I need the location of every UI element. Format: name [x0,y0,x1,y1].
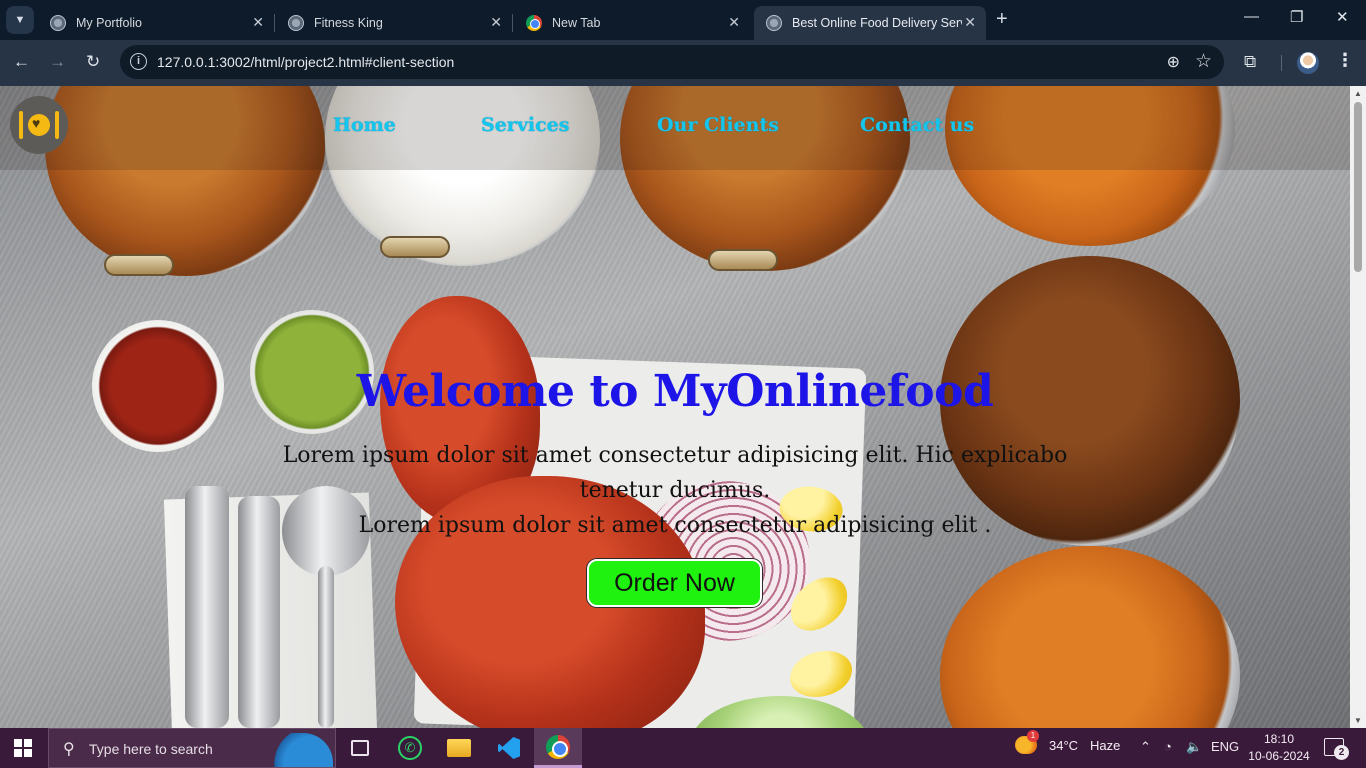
language-indicator[interactable]: ENG [1211,739,1239,754]
nav-link-contact-us[interactable]: Contact us [860,114,974,136]
hero-description: Lorem ipsum dolor sit amet consectetur a… [260,438,1090,543]
tab-title: My Portfolio [76,16,142,30]
bookmark-star-icon[interactable]: ☆ [1195,50,1212,73]
nav-links: Home Services Our Clients Contact us [333,114,974,136]
globe-icon [288,15,304,31]
search-icon: ⚲ [63,741,75,758]
kebab-menu-icon[interactable]: ⋮ [1336,50,1354,71]
forward-arrow-icon[interactable]: → [49,52,66,72]
back-arrow-icon[interactable]: ← [13,52,30,72]
tab-fitness-king[interactable]: Fitness King ✕ [274,6,512,40]
wifi-icon[interactable]: ◔ [1164,739,1172,754]
window-close-icon[interactable]: ✕ [1336,8,1349,26]
globe-icon [766,15,782,31]
tab-food-delivery[interactable]: Best Online Food Delivery Service ✕ [754,6,986,40]
nav-link-home[interactable]: Home [333,114,481,136]
zoom-icon[interactable]: ⊕ [1167,52,1180,72]
scrollbar-thumb[interactable] [1354,102,1362,272]
page-scrollbar[interactable]: ▲ ▼ [1350,86,1366,728]
windows-start-icon[interactable] [14,739,32,757]
close-icon[interactable]: ✕ [964,14,976,31]
clock-time: 18:10 [1263,732,1295,746]
taskbar-search[interactable]: ⚲ Type here to search [48,728,336,768]
extensions-puzzle-icon[interactable]: ⧉ [1244,52,1256,72]
reload-icon[interactable]: ↻ [86,52,100,72]
notification-count-badge: 2 [1334,745,1349,760]
tab-search-button[interactable]: ▼ [6,6,34,34]
restore-icon[interactable]: ❐ [1290,8,1303,26]
vscode-icon[interactable] [494,734,524,762]
clock-date: 10-06-2024 [1248,749,1310,763]
weather-condition: Haze [1090,737,1121,753]
hero-line-1: Lorem ipsum dolor sit amet consectetur a… [282,443,1068,503]
site-navbar: Home Services Our Clients Contact us [0,86,1350,170]
browser-toolbar: ← → ↻ i 127.0.0.1:3002/html/project2.htm… [0,40,1366,86]
whatsapp-icon[interactable]: ✆ [395,734,425,762]
plate-heart-icon [28,114,50,136]
weather-temperature: 34°C [1049,737,1079,753]
background-knife [185,486,229,728]
notifications-icon[interactable]: 2 [1324,738,1349,760]
minimize-icon[interactable]: — [1244,8,1259,25]
close-icon[interactable]: ✕ [728,14,740,31]
url-text[interactable]: 127.0.0.1:3002/html/project2.html#client… [157,54,454,70]
tab-title: Best Online Food Delivery Service [792,16,962,30]
volume-icon[interactable]: 🔈 [1186,739,1202,755]
globe-icon [50,15,66,31]
fork-icon [19,111,23,139]
nav-link-our-clients[interactable]: Our Clients [657,114,860,136]
page-viewport: Home Services Our Clients Contact us Wel… [0,86,1350,728]
new-tab-button[interactable]: + [996,8,1008,31]
nav-link-services[interactable]: Services [481,114,657,136]
chevron-up-icon[interactable]: ⌃ [1140,739,1151,755]
tab-title: New Tab [552,16,601,30]
weather-widget[interactable]: 34°C Haze [1015,730,1121,754]
close-icon[interactable]: ✕ [490,14,502,31]
knife-icon [55,111,59,139]
profile-avatar[interactable] [1297,52,1319,74]
order-now-button[interactable]: Order Now [587,559,762,607]
toolbar-divider [1281,55,1282,71]
browser-tab-strip: ▼ My Portfolio ✕ Fitness King ✕ New Tab … [0,0,1366,40]
file-explorer-icon[interactable] [444,734,474,762]
chrome-icon [526,15,542,31]
close-icon[interactable]: ✕ [252,14,264,31]
hero-line-2: Lorem ipsum dolor sit amet consectetur a… [358,513,992,538]
background-bowl-handle [104,254,174,276]
site-info-icon[interactable]: i [130,53,147,70]
background-bowl-handle [380,236,450,258]
task-view-icon[interactable] [345,734,375,762]
background-curry-bowl [940,546,1240,728]
weather-haze-icon [1015,730,1039,754]
taskbar-clock[interactable]: 18:10 10-06-2024 [1248,731,1310,765]
background-spoon-handle [318,566,334,728]
scroll-down-icon[interactable]: ▼ [1354,716,1362,725]
scroll-up-icon[interactable]: ▲ [1354,89,1362,98]
site-logo[interactable] [10,96,68,154]
search-highlight-image [259,733,333,767]
tab-new-tab[interactable]: New Tab ✕ [512,6,750,40]
tab-title: Fitness King [314,16,383,30]
chevron-down-icon: ▼ [14,14,26,26]
hero-title: Welcome to MyOnlinefood [356,366,994,417]
background-bowl-handle [708,249,778,271]
tab-my-portfolio[interactable]: My Portfolio ✕ [38,6,274,40]
address-bar[interactable]: i 127.0.0.1:3002/html/project2.html#clie… [120,45,1224,79]
chrome-taskbar-icon[interactable] [534,728,582,768]
windows-taskbar: ⚲ Type here to search ✆ 34°C Haze ⌃ ◔ 🔈 … [0,728,1366,768]
taskbar-search-placeholder: Type here to search [89,741,213,757]
